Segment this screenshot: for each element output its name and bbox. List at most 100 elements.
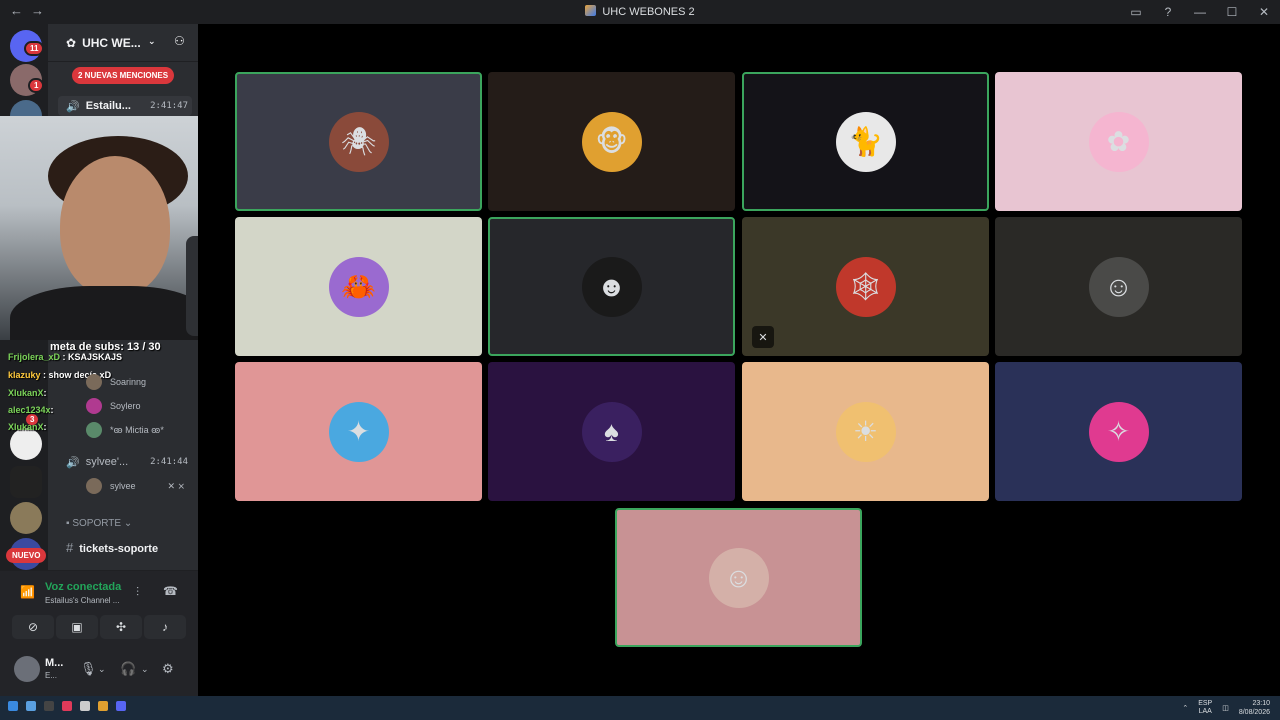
voice-channel[interactable]: 🔊 sylvee'... 2:41:44 [58,452,192,472]
help-icon[interactable]: ? [1152,0,1184,24]
server-gear-icon: ✿ [66,35,77,50]
discord-icon[interactable] [116,701,126,711]
participant-tile[interactable]: 🕷 [235,72,482,211]
chat-user: XlukanX [8,422,44,432]
hash-icon: # [66,540,74,555]
webcam-body [10,286,210,340]
chat-line: alec1234x: [8,405,54,415]
windows-taskbar: ⌃ ESP LAA ◫ 23:10 8/08/2026 [0,696,1280,720]
voice-channel-link[interactable]: Estailus's Channel ... [45,596,119,605]
voice-channel[interactable]: 🔊 Estailu... 2:41:47 [58,96,192,116]
participant-avatar: ☺ [708,547,769,608]
add-user-icon[interactable]: ⚇ [174,34,185,48]
chat-line: XlukanX: [8,422,47,432]
activities-icon: ✣ [115,620,127,634]
voice-channel-name: sylvee'... [85,456,129,468]
chat-line: Frijolera_xD : KSAJSKAJS [8,352,122,362]
participant-avatar: ☺ [1088,256,1149,317]
participant-avatar: 🦀 [328,256,389,317]
participant-tile[interactable]: ☻ [488,217,735,356]
participant-avatar: ✦ [328,401,389,462]
participant-avatar: 🕸 [835,256,896,317]
app-icon[interactable] [62,701,72,711]
clock-date: 8/08/2026 [1238,709,1270,716]
window-title: UHC WEBONES 2 [0,5,1280,18]
lang-top: ESP [1198,700,1213,707]
participant-tile[interactable]: ✦ [235,362,482,501]
close-button[interactable]: ✕ [1248,0,1280,24]
server-header[interactable]: ✿ UHC WE... ⌄ ⚇ [48,24,198,62]
chat-msg: : [50,405,54,415]
voice-user[interactable]: *ꙭ Mictia ꙭ* [86,422,164,438]
text-channel[interactable]: # tickets-soporte [66,540,158,555]
participant-tile[interactable]: ✿ [995,72,1242,211]
noise-suppression-icon[interactable]: ⫶ [136,585,139,600]
user-panel: M... E... 🎙 ⌄ 🎧 ⌄ ⚙ [0,648,198,696]
signal-icon[interactable]: 📶 [20,585,35,599]
participant-tile[interactable]: 🐈 [742,72,989,211]
participant-tile[interactable]: ☀ [742,362,989,501]
avatar [86,422,102,438]
chevron-down-icon[interactable]: ⌄ [141,664,149,675]
app-icon[interactable] [44,701,54,711]
participant-tile[interactable]: ☺ [615,508,862,647]
streamer-webcam [0,116,226,340]
voice-user[interactable]: Soarinng [86,374,146,390]
server-icon[interactable] [10,502,42,534]
start-icon[interactable] [8,701,18,711]
speaker-icon: 🔊 [66,456,80,469]
taskbar-apps [8,701,126,711]
chat-user: Frijolera_xD [8,352,61,362]
dm-badge: 1 [28,78,45,93]
new-mentions-pill[interactable]: 2 NUEVAS MENCIONES [72,67,175,84]
voice-user[interactable]: sylvee ✕ ⨯ [86,478,185,494]
back-arrow-icon[interactable]: ← [10,3,31,18]
clock[interactable]: 23:10 8/08/2026 [1239,699,1270,717]
chat-msg: : [43,422,47,432]
forward-arrow-icon[interactable]: → [31,3,52,18]
app-icon[interactable] [80,701,90,711]
soundboard-button[interactable]: ♪ [144,615,186,639]
maximize-button[interactable]: ☐ [1216,0,1248,24]
voice-call-stage: 🕷 🐵 🐈 ✿ 🦀 ☻ 🕸 ✕ ☺ ✦ ♠ ☀ ✧ ☺ [198,24,1280,696]
headphones-icon[interactable]: 🎧 [120,661,136,677]
participant-tile[interactable]: ✧ [995,362,1242,501]
activities-button[interactable]: ✣ [100,615,142,639]
participant-tile[interactable]: ☺ [995,217,1242,356]
clock-time: 23:10 [1252,700,1270,707]
participant-avatar: ✧ [1088,401,1149,462]
muted-deafened-icon: ✕ ⨯ [167,480,186,491]
text-channel-name: tickets-soporte [79,543,159,555]
chrome-icon[interactable] [98,701,108,711]
participant-tile[interactable]: 🐵 [488,72,735,211]
participant-tile[interactable]: 🕸 ✕ [742,217,989,356]
nuevo-badge[interactable]: NUEVO [6,548,47,563]
voice-channel-timer: 2:41:47 [150,101,188,111]
chat-user: alec1234x [8,405,51,415]
disconnect-icon[interactable]: ☎ [163,584,178,598]
minimize-button[interactable]: — [1184,0,1216,24]
voice-user-name: *ꙭ Mictia ꙭ* [110,424,164,435]
chevron-up-icon[interactable]: ⌃ [1182,704,1188,712]
app-icon[interactable] [26,701,36,711]
server-icon[interactable] [10,466,42,498]
screen-share-button[interactable]: ▣ [56,615,98,639]
chat-user: klazuky [8,370,41,380]
inbox-icon[interactable]: ▭ [1120,0,1152,24]
participant-tile[interactable]: 🦀 [235,217,482,356]
chevron-down-icon: ⌄ [148,36,156,46]
screen-share-icon: ▣ [71,620,83,634]
language-indicator[interactable]: ESP LAA [1198,700,1212,716]
microphone-icon[interactable]: 🎙 [80,661,97,677]
voice-user[interactable]: Soylero [86,398,141,414]
network-icon[interactable]: ◫ [1222,704,1229,712]
settings-gear-icon[interactable]: ⚙ [162,661,174,677]
voice-user-name: Soylero [110,401,141,411]
avatar[interactable] [14,656,40,682]
chevron-down-icon[interactable]: ⌄ [98,664,106,675]
participant-tile[interactable]: ♠ [488,362,735,501]
nav-buttons[interactable]: ←→ [10,3,52,18]
camera-toggle-button[interactable]: ⊘ [12,615,54,639]
participant-avatar: ♠ [581,401,642,462]
category-soporte[interactable]: ▪ SOPORTE ⌄ [66,518,132,529]
